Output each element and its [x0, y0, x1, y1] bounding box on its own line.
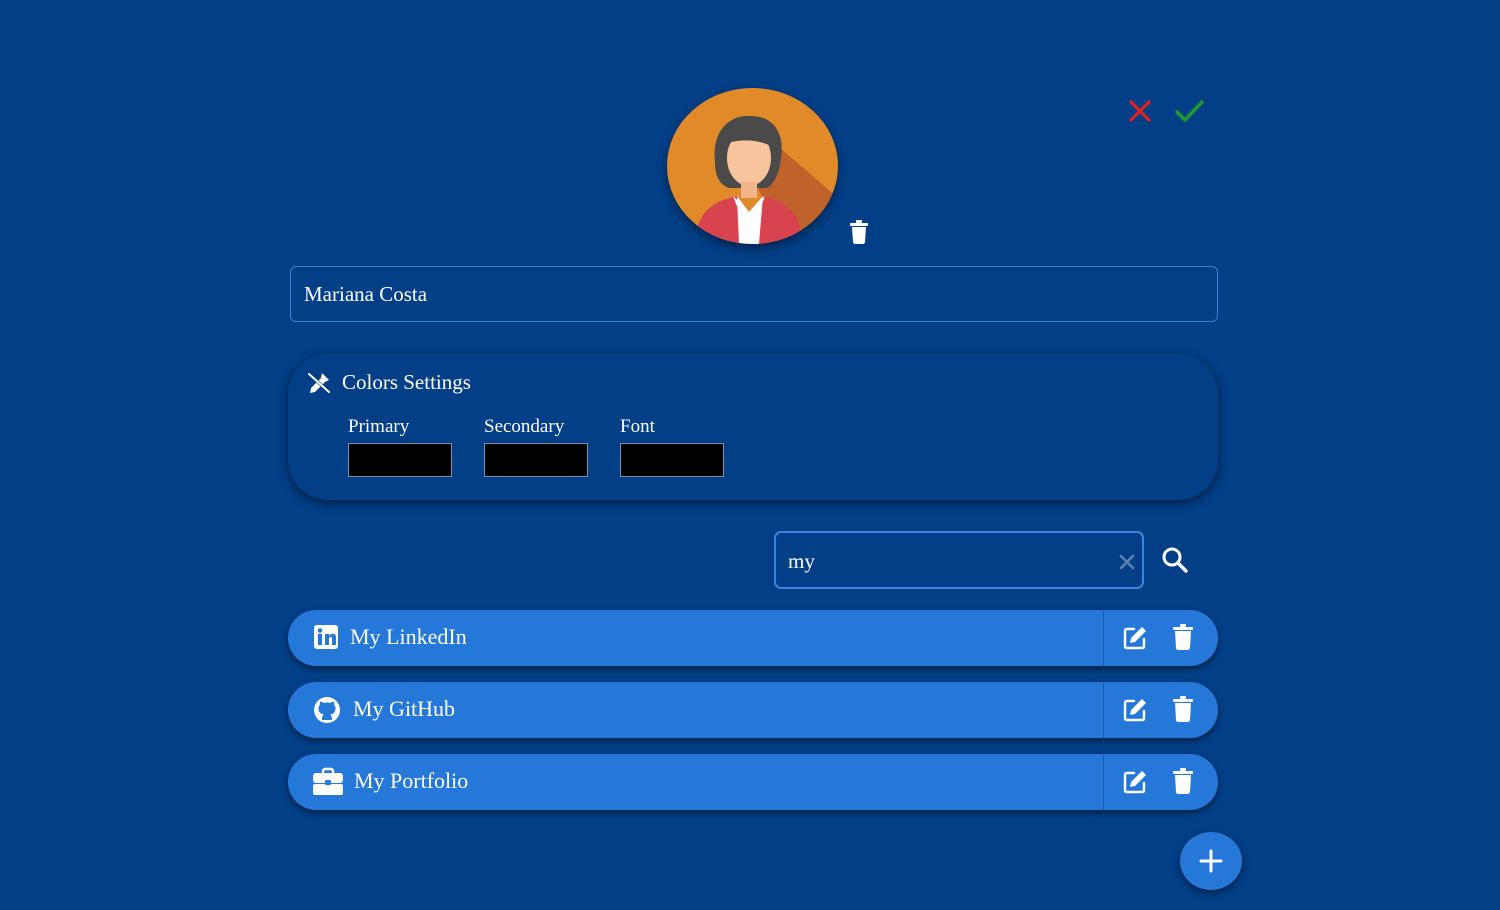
person-avatar-icon: [667, 88, 838, 244]
github-icon: [312, 695, 342, 725]
name-field[interactable]: [290, 266, 1218, 322]
eyedropper-icon: [306, 371, 332, 395]
link-label: My LinkedIn: [350, 624, 467, 649]
close-icon: [1129, 100, 1151, 122]
linkedin-icon: [312, 623, 342, 653]
edit-link-button[interactable]: [1122, 697, 1148, 723]
font-color-label: Font: [620, 416, 655, 437]
link-actions: [1103, 754, 1218, 810]
edit-link-button[interactable]: [1122, 625, 1148, 651]
link-label: My GitHub: [353, 696, 456, 721]
font-color-field: Font: [620, 416, 724, 477]
secondary-color-field: Secondary: [484, 416, 588, 477]
confirm-button[interactable]: [1173, 96, 1205, 126]
trash-icon: [1173, 696, 1193, 722]
delete-link-button[interactable]: [1172, 768, 1194, 794]
link-label: My Portfolio: [354, 768, 469, 793]
colors-settings-title: Colors Settings: [342, 370, 471, 394]
link-actions: [1103, 682, 1218, 738]
primary-color-field: Primary: [348, 416, 452, 477]
search-button[interactable]: [1160, 545, 1190, 575]
check-icon: [1175, 100, 1204, 122]
close-icon: [1119, 554, 1135, 570]
search-box: [774, 531, 1144, 589]
briefcase-icon: [312, 767, 343, 797]
secondary-color-label: Secondary: [484, 416, 565, 437]
profile-avatar[interactable]: [667, 88, 838, 244]
edit-link-button[interactable]: [1122, 769, 1148, 795]
search-input[interactable]: [788, 543, 1108, 579]
add-link-button[interactable]: [1180, 832, 1242, 890]
profile-editor-page: Colors Settings Primary Secondary Font: [0, 0, 1500, 910]
search-clear-button[interactable]: [1116, 551, 1138, 573]
primary-color-label: Primary: [348, 416, 410, 437]
plus-icon: [1199, 849, 1223, 873]
trash-icon: [1173, 624, 1193, 650]
search-icon: [1162, 547, 1188, 573]
link-item-portfolio[interactable]: My Portfolio: [288, 754, 1218, 810]
delete-link-button[interactable]: [1172, 696, 1194, 722]
secondary-color-picker[interactable]: [484, 443, 588, 477]
font-color-picker[interactable]: [620, 443, 724, 477]
cancel-button[interactable]: [1126, 97, 1154, 125]
link-actions: [1103, 610, 1218, 666]
edit-icon: [1123, 771, 1146, 794]
link-item-github[interactable]: My GitHub: [288, 682, 1218, 738]
link-item-linkedin[interactable]: My LinkedIn: [288, 610, 1218, 666]
edit-icon: [1123, 627, 1146, 650]
delete-avatar-button[interactable]: [849, 220, 869, 244]
delete-link-button[interactable]: [1172, 624, 1194, 650]
primary-color-picker[interactable]: [348, 443, 452, 477]
edit-icon: [1123, 699, 1146, 722]
trash-icon: [1173, 768, 1193, 794]
trash-icon: [850, 220, 868, 244]
